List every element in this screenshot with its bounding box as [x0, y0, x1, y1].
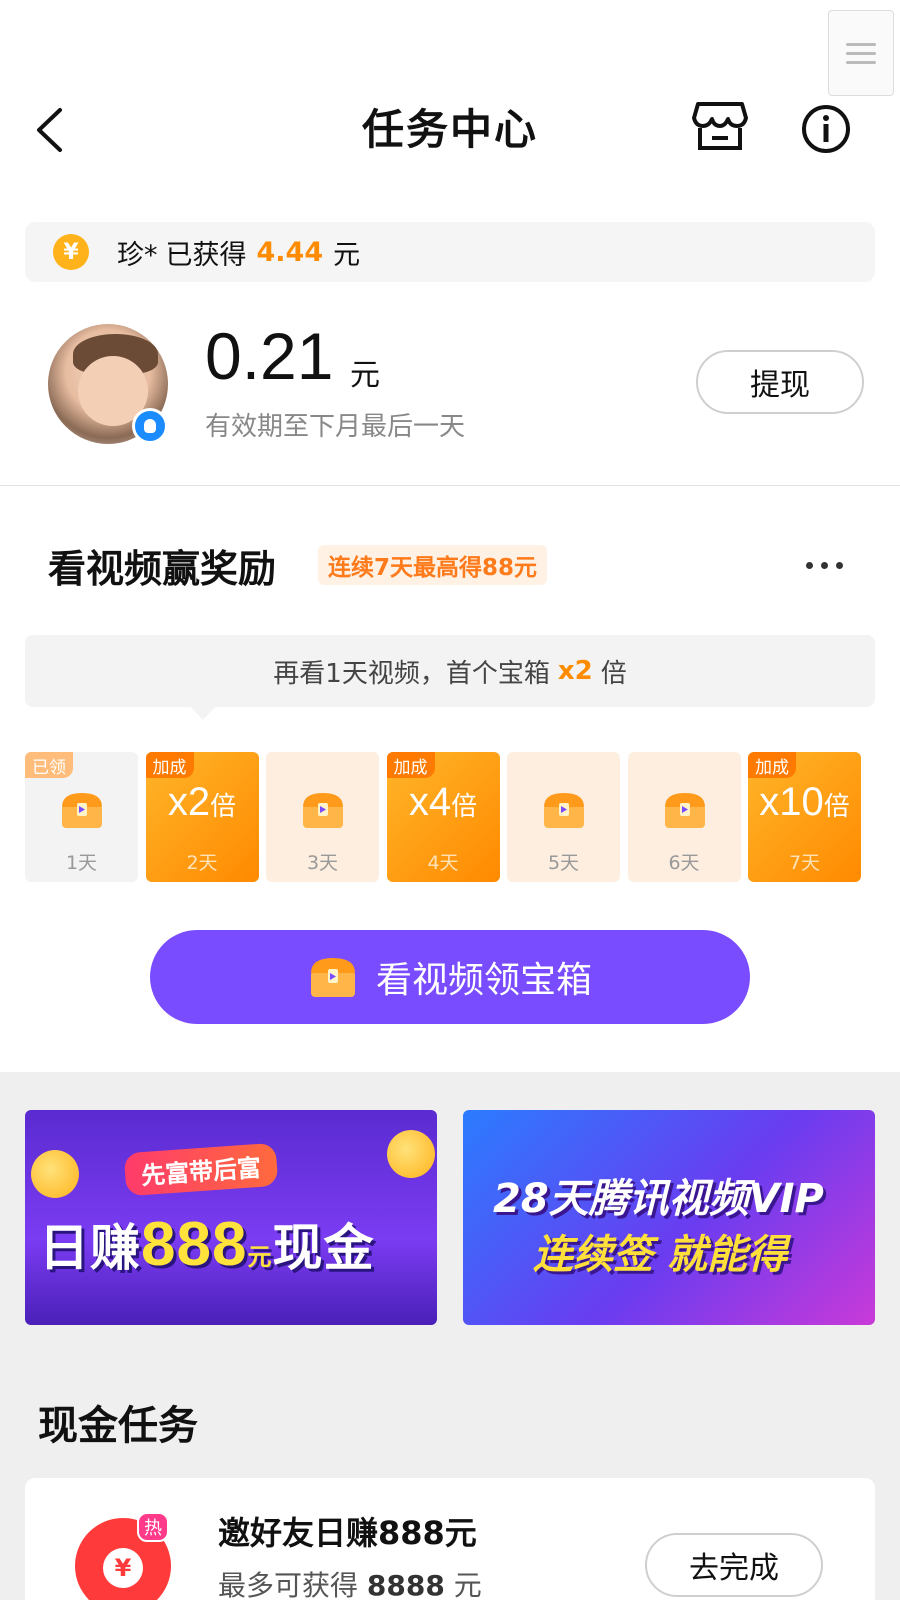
balance-section: 0.21 元 有效期至下月最后一天 提现 — [0, 300, 900, 486]
day-card-4[interactable]: 加成 x4倍 4天 — [386, 752, 500, 882]
tip-prefix: 再看1天视频，首个宝箱 — [273, 658, 550, 689]
balance-unit: 元 — [350, 358, 380, 393]
page-title: 任务中心 — [361, 105, 538, 154]
day-tag: 加成 — [145, 752, 194, 778]
notice-text: 已获得 — [165, 239, 247, 271]
info-circle-icon — [802, 105, 850, 153]
hot-badge: 热 — [137, 1512, 169, 1542]
day-label: 2天 — [186, 852, 218, 874]
earned-notice-bar: ¥ 珍* 已获得 4.44 元 — [25, 222, 875, 282]
banner-right-line1: 28天腾讯视频VIP — [493, 1176, 824, 1222]
banner-left-headline: 日赚888元现金 — [39, 1210, 375, 1279]
coin-deco-icon — [387, 1130, 435, 1178]
video-tip: 再看1天视频，首个宝箱 x2 倍 — [25, 635, 875, 707]
treasure-chest-icon — [541, 790, 587, 830]
banner-left-subtitle: 先富带后富 — [123, 1142, 279, 1197]
day-tag: 加成 — [748, 752, 796, 778]
cash-tasks-title: 现金任务 — [38, 1403, 198, 1449]
day-multiplier: x4倍 — [408, 780, 478, 824]
task-description: 最多可获得 8888 元 — [218, 1569, 482, 1600]
go-complete-button[interactable]: 去完成 — [645, 1533, 823, 1597]
video-reward-tag: 连续7天最高得88元 — [318, 545, 548, 585]
treasure-chest-icon — [59, 790, 105, 830]
day-label: 5天 — [547, 852, 580, 874]
balance-validity: 有效期至下月最后一天 — [205, 412, 466, 442]
tip-multiplier: x2 — [557, 656, 593, 686]
qq-badge-icon — [132, 408, 168, 444]
info-button[interactable] — [800, 103, 856, 159]
notice-user: 珍* — [117, 239, 158, 271]
day-label: 4天 — [427, 852, 459, 874]
day-card-6[interactable]: 6天 — [627, 752, 741, 882]
coin-deco-icon — [31, 1150, 79, 1198]
watch-video-label: 看视频领宝箱 — [375, 960, 592, 1001]
day-card-7[interactable]: 加成 x10倍 7天 — [748, 752, 861, 882]
task-name: 邀好友日赚888元 — [218, 1514, 477, 1552]
promo-banner-vip[interactable]: 28天腾讯视频VIP 连续签 就能得 — [463, 1110, 875, 1325]
day-label: 1天 — [65, 852, 98, 874]
floating-scroll-widget[interactable] — [828, 10, 894, 96]
tip-suffix: 倍 — [600, 658, 627, 689]
avatar[interactable] — [48, 324, 168, 444]
store-icon — [692, 102, 748, 150]
yuan-coin-icon: ¥ — [53, 234, 89, 270]
day-label: 3天 — [306, 852, 339, 874]
money-bag-icon: ¥ 热 — [75, 1512, 171, 1600]
promo-banner-daily-cash[interactable]: 先富带后富 日赚888元现金 — [25, 1110, 437, 1325]
task-card: ¥ 热 邀好友日赚888元 最多可获得 8888 元 去完成 — [25, 1478, 875, 1600]
day-label: 6天 — [668, 852, 700, 874]
treasure-chest-icon — [310, 958, 355, 997]
treasure-chest-icon — [300, 790, 346, 830]
day-tag: 已领 — [25, 752, 73, 778]
day-tag: 加成 — [386, 752, 435, 778]
balance-amount: 0.21 — [205, 319, 334, 393]
store-button[interactable] — [692, 100, 752, 160]
day-card-2[interactable]: 加成 x2倍 2天 — [145, 752, 259, 882]
watch-video-button[interactable]: 看视频领宝箱 — [150, 930, 750, 1024]
tip-pointer — [190, 706, 216, 720]
withdraw-button[interactable]: 提现 — [696, 350, 864, 414]
notice-amount: 4.44 — [256, 236, 324, 268]
day-card-1[interactable]: 已领 1天 — [25, 752, 138, 882]
day-card-5[interactable]: 5天 — [507, 752, 620, 882]
day-multiplier: x10倍 — [759, 780, 850, 824]
banner-right-line2: 连续签 就能得 — [533, 1232, 787, 1278]
day-label: 7天 — [788, 852, 821, 874]
treasure-chest-icon — [662, 790, 708, 830]
day-progress-row: 已领 1天 加成 x2倍 2天 3天 加成 x4倍 4天 5天 6天 加成 x10倍 7天 — [25, 752, 875, 882]
notice-unit: 元 — [333, 239, 361, 271]
top-bar: 任务中心 — [0, 0, 900, 200]
more-dots-icon[interactable] — [806, 555, 846, 575]
day-card-3[interactable]: 3天 — [266, 752, 379, 882]
video-reward-title: 看视频赢奖励 — [48, 547, 277, 591]
day-multiplier: x2倍 — [167, 780, 237, 824]
